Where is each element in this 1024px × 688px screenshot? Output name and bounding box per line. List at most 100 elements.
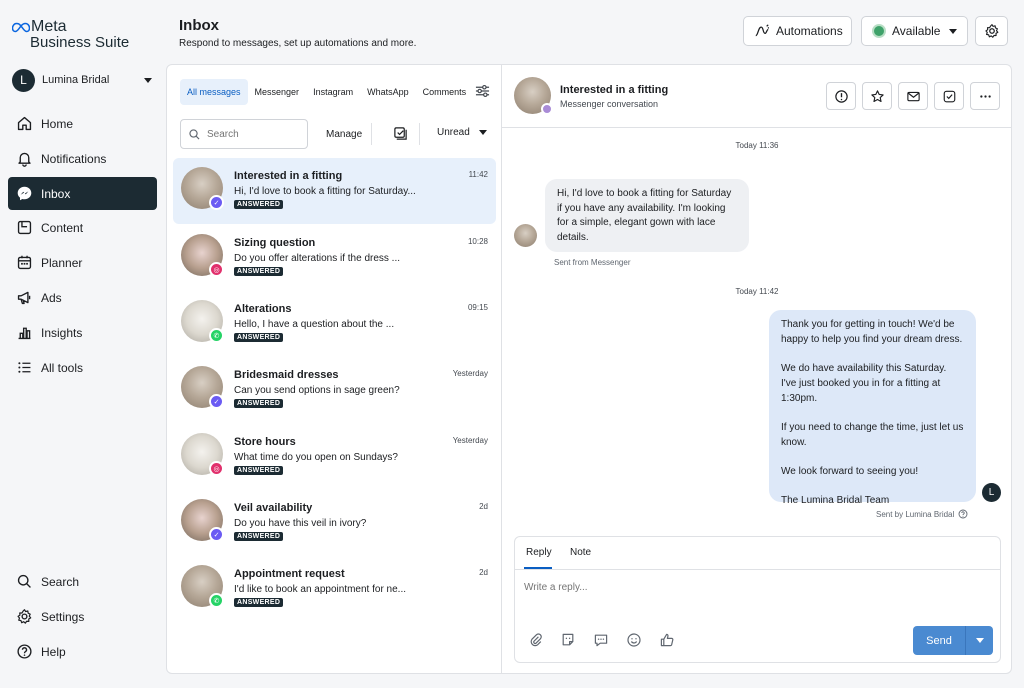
check-square-icon xyxy=(943,90,955,102)
sent-by-label: Sent by Lumina Bridal xyxy=(876,509,955,519)
available-status-icon xyxy=(872,24,886,38)
tab-note[interactable]: Note xyxy=(570,547,591,558)
outgoing-message: Thank you for getting in touch! We'd be … xyxy=(769,310,976,506)
bar-chart-icon xyxy=(18,327,31,340)
page-avatar: L xyxy=(982,483,1001,502)
conversation-pane: Interested in a fitting Messenger conver… xyxy=(502,65,1011,673)
messenger-icon: ✓ xyxy=(209,394,224,409)
info-icon[interactable] xyxy=(958,509,968,519)
thumbs-up-icon[interactable] xyxy=(659,632,675,648)
inbox-settings-button[interactable] xyxy=(975,16,1008,46)
nav-item-settings[interactable]: Settings xyxy=(8,600,157,633)
instagram-icon: ◎ xyxy=(209,262,224,277)
sent-by-note: Sent by Lumina Bridal xyxy=(876,509,968,519)
conversation-time: 09:15 xyxy=(467,303,488,312)
account-avatar: L xyxy=(12,68,35,92)
calendar-icon xyxy=(17,255,32,270)
meta-business-suite-logo[interactable]: Meta Business Suite xyxy=(12,18,129,51)
emoji-icon[interactable] xyxy=(626,632,642,648)
tab-reply[interactable]: Reply xyxy=(526,547,552,558)
star-button[interactable] xyxy=(862,82,892,110)
mark-done-button[interactable] xyxy=(934,82,964,110)
conversation-preview: Can you send options in sage green? xyxy=(234,385,400,396)
status-badge: ANSWERED xyxy=(234,532,284,541)
search-input[interactable] xyxy=(207,128,297,140)
contact-avatar[interactable] xyxy=(514,77,553,115)
message-source-note: Sent from Messenger xyxy=(554,258,631,267)
account-name: Lumina Bridal xyxy=(42,74,110,86)
nav-item-notifications[interactable]: Notifications xyxy=(8,142,157,175)
megaphone-icon xyxy=(17,291,31,305)
conversation-header: Interested in a fitting Messenger conver… xyxy=(502,65,1011,128)
page-title: Inbox xyxy=(179,17,219,34)
automations-button[interactable]: Automations xyxy=(743,16,852,46)
message-paragraph: The Lumina Bridal Team xyxy=(781,495,890,507)
status-badge: ANSWERED xyxy=(234,200,284,209)
conversation-row[interactable]: ✆ Alterations Hello, I have a question a… xyxy=(173,291,496,357)
status-badge: ANSWERED xyxy=(234,267,284,276)
nav-item-content[interactable]: Content xyxy=(8,211,157,244)
nav-item-inbox[interactable]: Inbox xyxy=(8,177,157,210)
conversation-row[interactable]: ✓ Bridesmaid dresses Can you send option… xyxy=(173,357,496,423)
inbox-panel: All messages Messenger Instagram WhatsAp… xyxy=(166,64,1012,674)
incoming-message: Hi, I'd love to book a fitting for Satur… xyxy=(545,179,749,252)
send-button[interactable]: Send xyxy=(913,626,993,655)
unread-filter-dropdown[interactable]: Unread xyxy=(437,127,487,138)
conversation-row[interactable]: ◎ Sizing question Do you offer alteratio… xyxy=(173,225,496,291)
status-badge: ANSWERED xyxy=(234,466,284,475)
more-options-button[interactable] xyxy=(970,82,1000,110)
conversation-row[interactable]: ✓ Veil availability Do you have this vei… xyxy=(173,490,496,556)
chevron-down-icon xyxy=(144,77,152,83)
message-text: Hi, I'd love to book a fitting for Satur… xyxy=(557,188,732,244)
tab-all-messages[interactable]: All messages xyxy=(180,79,248,105)
tab-whatsapp[interactable]: WhatsApp xyxy=(360,79,416,105)
conversation-row[interactable]: ✓ Interested in a fitting Hi, I'd love t… xyxy=(173,158,496,224)
export-icon[interactable] xyxy=(393,126,408,141)
star-icon xyxy=(870,89,884,102)
nav-item-planner[interactable]: Planner xyxy=(8,246,157,279)
account-switcher[interactable]: L Lumina Bridal xyxy=(12,68,152,92)
nav-item-search[interactable]: Search xyxy=(8,565,157,598)
tab-comments[interactable]: Comments xyxy=(416,79,474,105)
nav-item-ads[interactable]: Ads xyxy=(8,281,157,314)
nav-item-insights[interactable]: Insights xyxy=(8,316,157,349)
conversation-row[interactable]: ◎ Store hours What time do you open on S… xyxy=(173,424,496,490)
saved-reply-icon[interactable] xyxy=(593,632,609,648)
messenger-badge-icon xyxy=(541,103,553,115)
messenger-icon: ✓ xyxy=(209,195,224,210)
nav-item-all-tools[interactable]: All tools xyxy=(8,351,157,384)
send-options-dropdown[interactable] xyxy=(966,638,993,643)
nav-item-home[interactable]: Home xyxy=(8,107,157,140)
nav-item-help[interactable]: Help xyxy=(8,635,157,668)
nav-label: Notifications xyxy=(41,151,107,166)
status-badge: ANSWERED xyxy=(234,598,284,607)
mark-unread-button[interactable] xyxy=(898,82,928,110)
bell-icon xyxy=(18,152,31,167)
availability-status-dropdown[interactable]: Available xyxy=(861,16,968,46)
chevron-down-icon xyxy=(975,638,984,643)
nav-label: Home xyxy=(41,116,74,131)
conversation-time: 2d xyxy=(479,502,488,511)
filter-sliders-icon[interactable] xyxy=(475,84,490,98)
conversation-title: Bridesmaid dresses xyxy=(234,369,339,381)
tab-messenger[interactable]: Messenger xyxy=(248,79,307,105)
composer-divider xyxy=(515,569,1000,570)
paperclip-icon[interactable] xyxy=(528,632,544,648)
status-badge: ANSWERED xyxy=(234,333,284,342)
manage-button[interactable]: Manage xyxy=(317,123,373,145)
sticker-icon[interactable] xyxy=(560,632,576,648)
conversation-preview: I'd like to book an appointment for ne..… xyxy=(234,584,407,595)
automations-label: Automations xyxy=(776,24,843,38)
tab-instagram[interactable]: Instagram xyxy=(306,79,360,105)
conversation-title: Veil availability xyxy=(234,502,313,514)
timestamp-divider: Today 11:36 xyxy=(735,141,779,150)
conversation-preview: Hello, I have a question about the ... xyxy=(234,319,395,330)
conversation-search[interactable] xyxy=(180,119,308,149)
conversation-time: Yesterday xyxy=(452,369,488,378)
reply-input[interactable] xyxy=(524,577,984,597)
conversation-preview: Hi, I'd love to book a fitting for Satur… xyxy=(234,186,416,197)
search-icon xyxy=(189,128,200,139)
conversation-row[interactable]: ✆ Appointment request I'd like to book a… xyxy=(173,556,496,622)
report-button[interactable] xyxy=(826,82,856,110)
send-label: Send xyxy=(926,634,952,647)
